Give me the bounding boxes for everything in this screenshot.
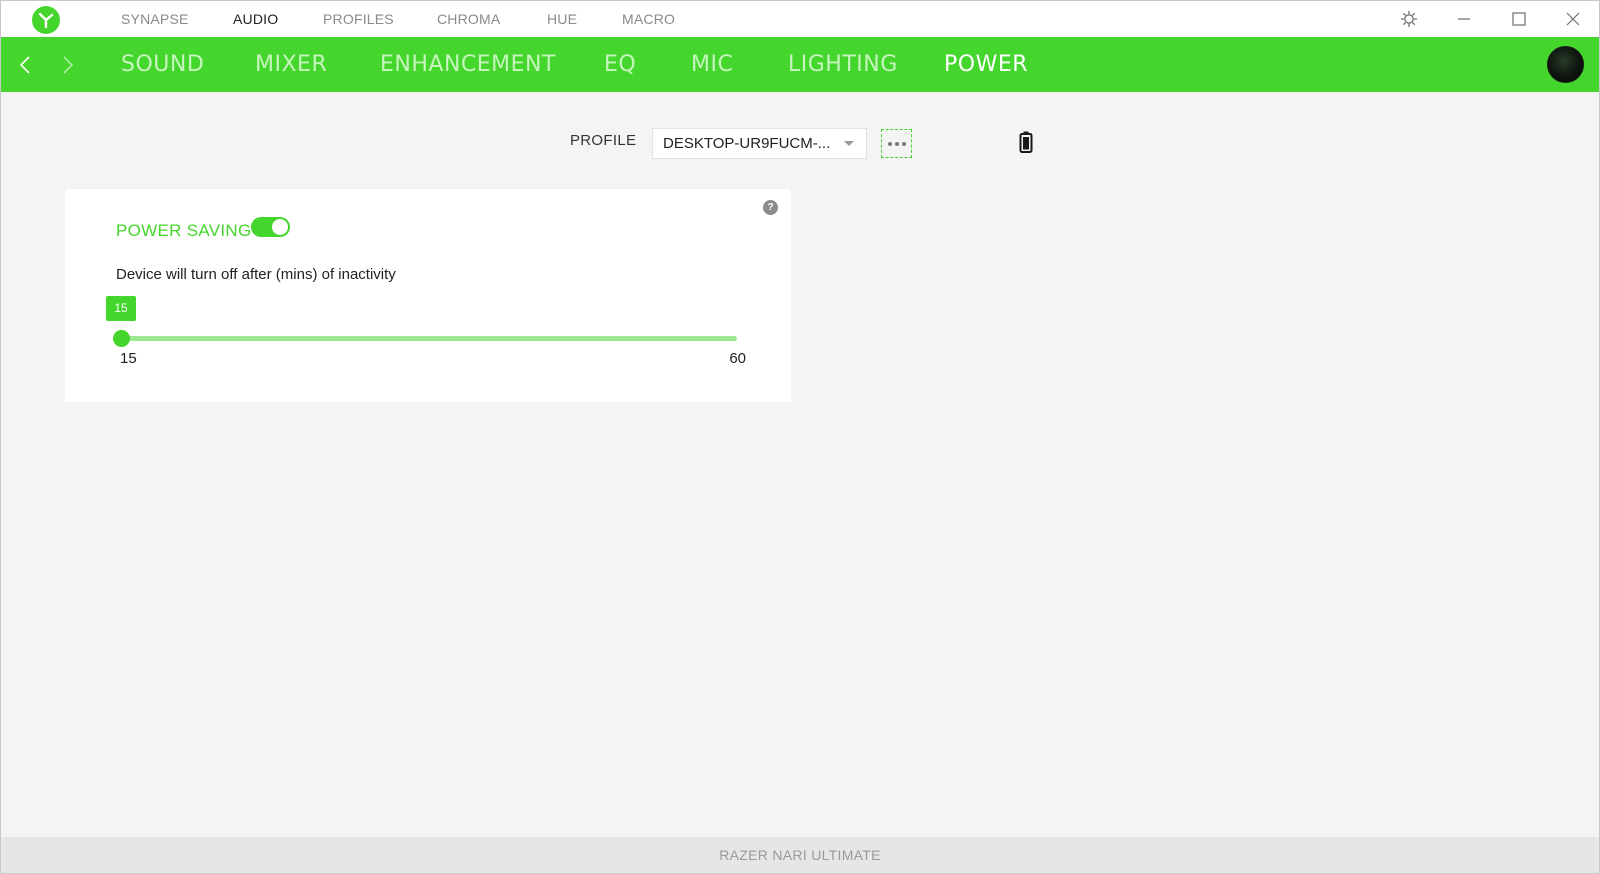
slider-max-label: 60 bbox=[729, 350, 746, 367]
minimize-icon[interactable] bbox=[1444, 1, 1484, 37]
synapse-window: SYNAPSE AUDIO PROFILES CHROMA HUE MACRO bbox=[0, 0, 1600, 874]
maximize-icon[interactable] bbox=[1499, 1, 1539, 37]
tab-enhancement[interactable]: ENHANCEMENT bbox=[380, 37, 556, 92]
chevron-down-icon bbox=[844, 141, 854, 146]
inactivity-slider-track[interactable] bbox=[113, 330, 737, 347]
slider-min-label: 15 bbox=[120, 350, 137, 367]
tab-eq[interactable]: EQ bbox=[604, 37, 636, 92]
more-dot-icon bbox=[894, 141, 899, 146]
profile-dropdown[interactable]: DESKTOP-UR9FUCM-... bbox=[652, 128, 867, 159]
tab-power[interactable]: POWER bbox=[944, 37, 1028, 92]
close-icon[interactable] bbox=[1553, 1, 1593, 37]
user-avatar[interactable] bbox=[1547, 46, 1584, 83]
tab-mic[interactable]: MIC bbox=[691, 37, 733, 92]
profile-label: PROFILE bbox=[570, 132, 637, 149]
top-tab-hue[interactable]: HUE bbox=[547, 1, 577, 37]
title-bar: SYNAPSE AUDIO PROFILES CHROMA HUE MACRO bbox=[1, 1, 1599, 37]
top-tab-synapse[interactable]: SYNAPSE bbox=[121, 1, 189, 37]
tab-mixer[interactable]: MIXER bbox=[255, 37, 327, 92]
help-icon[interactable]: ? bbox=[763, 200, 778, 215]
tab-lighting[interactable]: LIGHTING bbox=[788, 37, 898, 92]
top-tab-chroma[interactable]: CHROMA bbox=[437, 1, 500, 37]
back-arrow-icon[interactable] bbox=[10, 37, 40, 92]
slider-value-badge: 15 bbox=[106, 296, 136, 321]
power-saving-description: Device will turn off after (mins) of ina… bbox=[116, 266, 396, 283]
toggle-knob bbox=[272, 219, 288, 235]
tab-sound[interactable]: SOUND bbox=[121, 37, 204, 92]
top-tab-audio[interactable]: AUDIO bbox=[233, 1, 278, 37]
settings-gear-icon[interactable] bbox=[1389, 1, 1429, 37]
device-name-footer: RAZER NARI ULTIMATE bbox=[1, 837, 1599, 873]
top-tab-macro[interactable]: MACRO bbox=[622, 1, 675, 37]
razer-logo-icon[interactable] bbox=[32, 6, 60, 34]
device-nav-bar: SOUND MIXER ENHANCEMENT EQ MIC LIGHTING … bbox=[1, 37, 1599, 92]
top-tab-profiles[interactable]: PROFILES bbox=[323, 1, 394, 37]
power-saving-card: ? POWER SAVING Device will turn off afte… bbox=[65, 189, 791, 402]
power-saving-toggle[interactable] bbox=[251, 217, 290, 237]
more-dot-icon bbox=[901, 141, 906, 146]
more-dot-icon bbox=[887, 141, 892, 146]
slider-thumb[interactable] bbox=[113, 330, 130, 347]
profile-dropdown-value: DESKTOP-UR9FUCM-... bbox=[663, 135, 831, 152]
power-saving-title: POWER SAVING bbox=[116, 221, 252, 240]
battery-icon[interactable] bbox=[1019, 131, 1033, 158]
forward-arrow-icon[interactable] bbox=[53, 37, 83, 92]
profile-more-options-button[interactable] bbox=[881, 129, 912, 158]
